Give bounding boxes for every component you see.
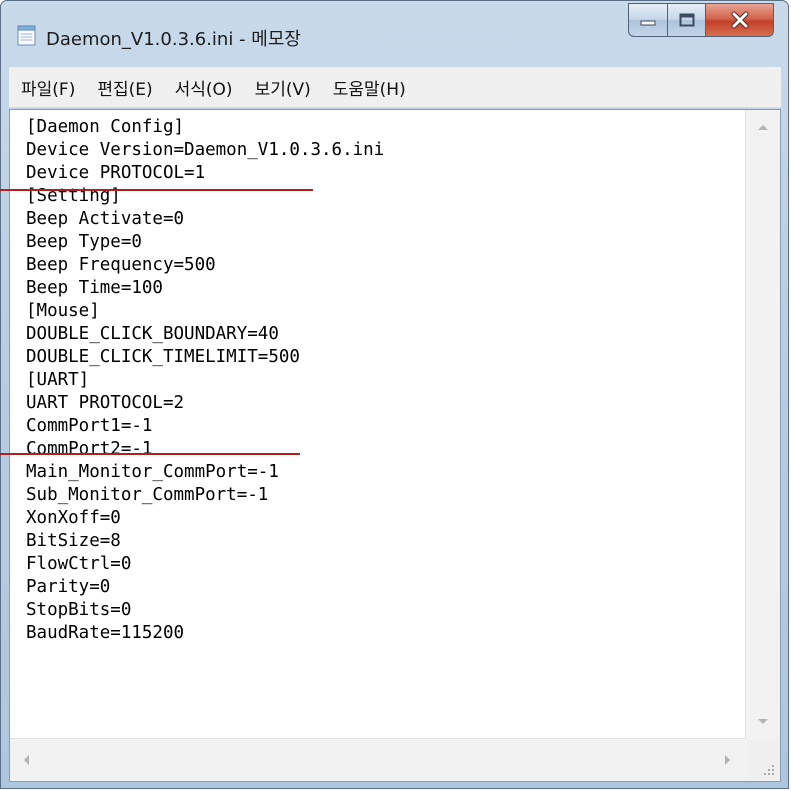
menu-format[interactable]: 서식(O) [175, 75, 233, 100]
horizontal-scrollbar[interactable] [10, 738, 746, 781]
minimize-button[interactable] [628, 3, 668, 37]
text-line: BaudRate=115200 [26, 623, 185, 643]
text-line: Device PROTOCOL=1 [26, 163, 206, 183]
menu-file[interactable]: 파일(F) [21, 75, 75, 100]
menu-bar: 파일(F) 편집(E) 서식(O) 보기(V) 도움말(H) [9, 67, 781, 108]
window-controls [628, 3, 774, 37]
text-line: FlowCtrl=0 [26, 554, 132, 574]
text-line: BitSize=8 [26, 531, 121, 551]
text-line: Beep Time=100 [26, 278, 163, 298]
menu-view[interactable]: 보기(V) [255, 75, 311, 100]
title-bar[interactable]: Daemon_V1.0.3.6.ini - 메모장 [1, 1, 788, 59]
annotation-line-device-protocol [0, 189, 313, 191]
minimize-icon [640, 20, 656, 26]
scroll-left-icon[interactable] [24, 755, 29, 765]
text-line: DOUBLE_CLICK_TIMELIMIT=500 [26, 347, 300, 367]
text-line: XonXoff=0 [26, 508, 121, 528]
text-line: Sub_Monitor_CommPort=-1 [26, 485, 269, 505]
vertical-scrollbar[interactable] [745, 110, 780, 739]
scroll-right-icon[interactable] [725, 755, 730, 765]
editor-area[interactable]: [Daemon Config] Device Version=Daemon_V1… [9, 109, 781, 782]
annotation-line-uart-protocol [0, 453, 300, 455]
text-line: Device Version=Daemon_V1.0.3.6.ini [26, 140, 385, 160]
menu-help[interactable]: 도움말(H) [333, 75, 406, 100]
text-line: Parity=0 [26, 577, 111, 597]
text-line: [Mouse] [26, 301, 100, 321]
size-grip[interactable] [746, 739, 780, 781]
maximize-button[interactable] [668, 3, 706, 37]
text-content[interactable]: [Daemon Config] Device Version=Daemon_V1… [10, 110, 746, 739]
menu-edit[interactable]: 편집(E) [97, 75, 152, 100]
text-line: CommPort1=-1 [26, 416, 153, 436]
text-line: DOUBLE_CLICK_BOUNDARY=40 [26, 324, 279, 344]
text-line: UART PROTOCOL=2 [26, 393, 185, 413]
text-line: Beep Activate=0 [26, 209, 185, 229]
text-line: CommPort2=-1 [26, 439, 153, 459]
scroll-up-icon[interactable] [758, 125, 768, 130]
close-icon [731, 11, 748, 29]
text-line: [Daemon Config] [26, 117, 185, 137]
text-line: [UART] [26, 370, 90, 390]
scroll-down-icon[interactable] [758, 719, 768, 724]
resize-grip-icon [764, 765, 774, 775]
maximize-icon [679, 13, 694, 27]
text-line: Main_Monitor_CommPort=-1 [26, 462, 279, 482]
text-line: StopBits=0 [26, 600, 132, 620]
text-line: Beep Type=0 [26, 232, 142, 252]
notepad-icon [17, 25, 36, 46]
text-line: Beep Frequency=500 [26, 255, 216, 275]
window-title: Daemon_V1.0.3.6.ini - 메모장 [46, 29, 301, 50]
close-button[interactable] [706, 3, 774, 37]
notepad-window: Daemon_V1.0.3.6.ini - 메모장 파일(F) 편집(E) 서식… [0, 0, 789, 789]
